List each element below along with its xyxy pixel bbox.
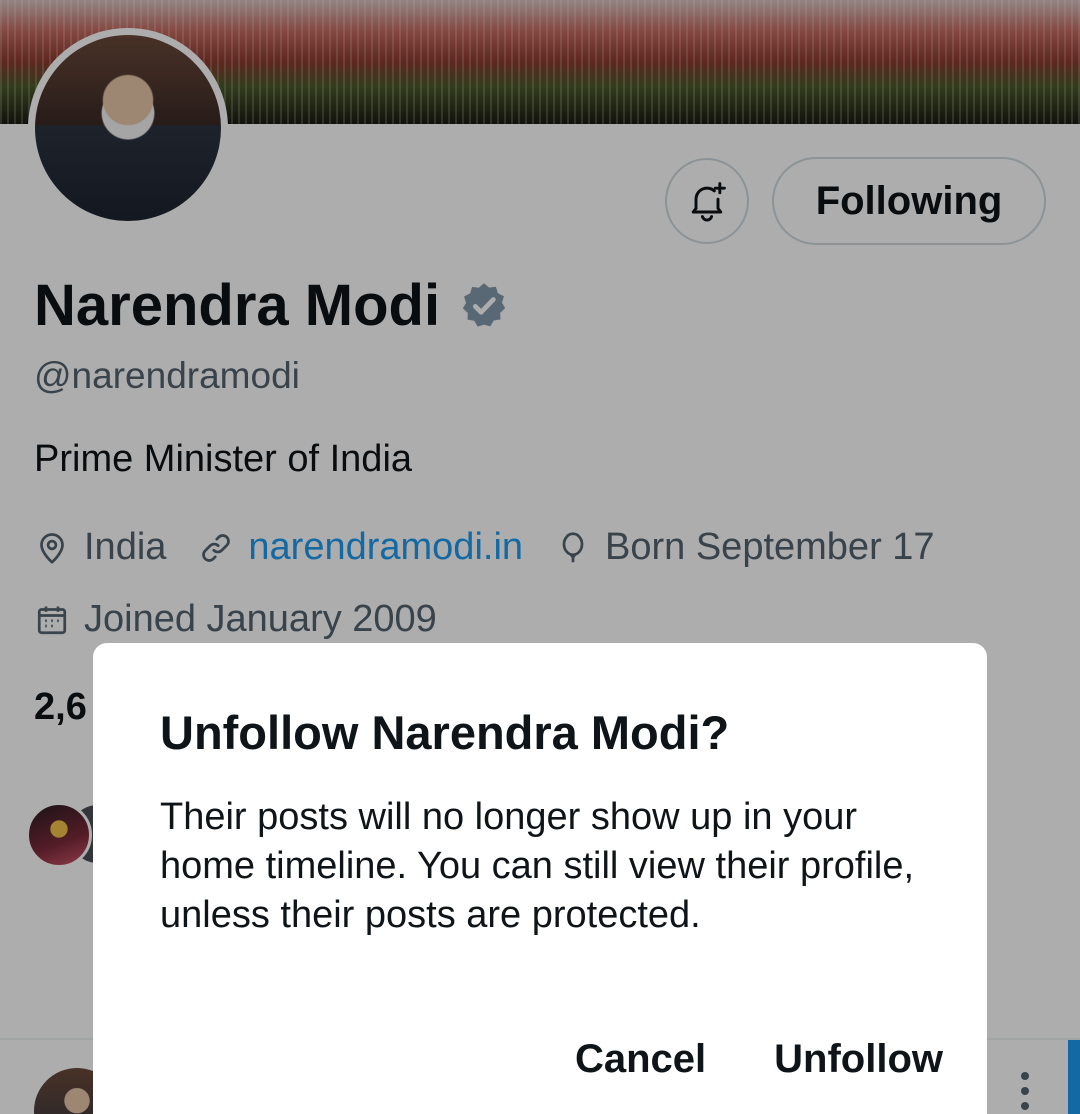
cancel-button[interactable]: Cancel [575, 1037, 706, 1082]
dialog-body: Their posts will no longer show up in yo… [160, 796, 915, 936]
dialog-actions: Cancel Unfollow [575, 1037, 943, 1082]
unfollow-dialog: Unfollow Narendra Modi? Their posts will… [93, 643, 987, 1114]
dialog-title: Unfollow Narendra Modi? [160, 706, 730, 759]
unfollow-button[interactable]: Unfollow [774, 1037, 943, 1082]
profile-page: Following Narendra Modi @narendramodi Pr… [0, 0, 1080, 1114]
